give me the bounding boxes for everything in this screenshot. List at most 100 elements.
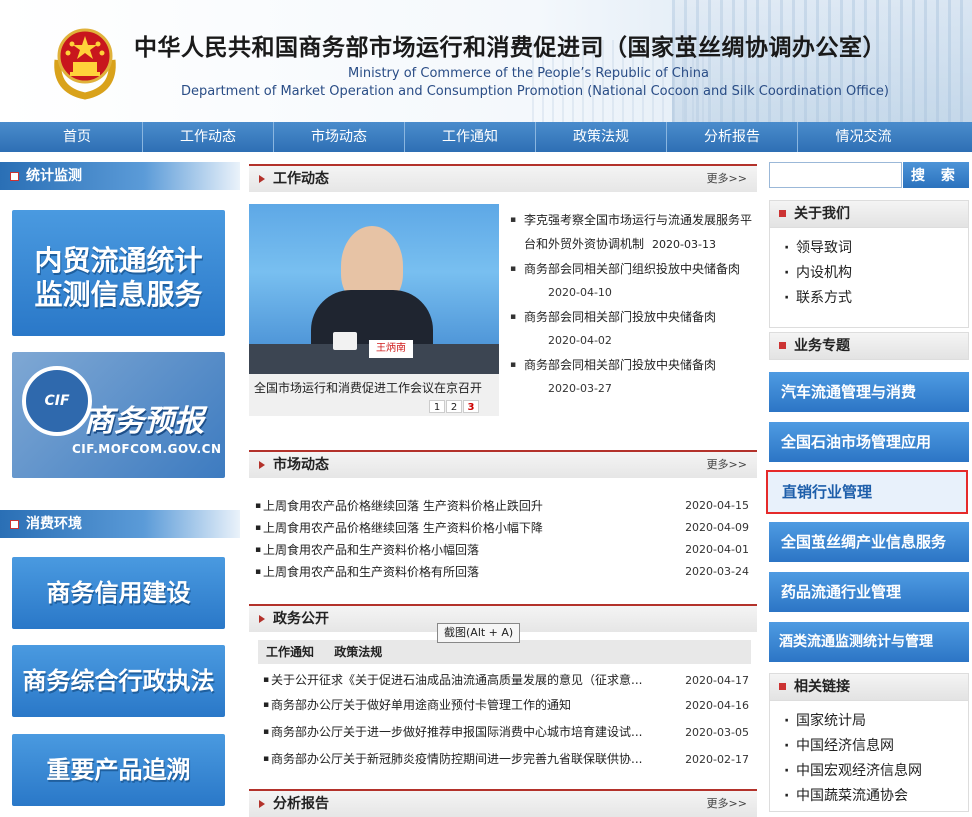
link-macro-econ-net[interactable]: 中国宏观经济信息网 (770, 759, 968, 784)
work-news-title: 工作动态 (273, 171, 329, 187)
link-vegetable-assoc[interactable]: 中国蔬菜流通协会 (770, 784, 968, 809)
banner-credit-building[interactable]: 商务信用建设 (12, 557, 225, 629)
news-date: 2020-03-27 (548, 382, 612, 395)
news-date: 2020-04-09 (685, 521, 749, 534)
news-title[interactable]: 商务部会同相关部门组织投放中央储备肉 (524, 262, 740, 276)
link-stats-bureau[interactable]: 国家统计局 (770, 709, 968, 734)
list-item[interactable]: 关于公开征求《关于促进石油成品油流通高质量发展的意见（征求意... 2020-04… (263, 668, 751, 693)
screenshot-tooltip: 截图(Alt + A) (437, 623, 521, 643)
cif-logo-icon: CIF (22, 366, 92, 436)
nav-market-news[interactable]: 市场动态 (274, 122, 405, 152)
analysis-report-more-link[interactable]: 更多>> (707, 791, 747, 817)
nav-policies[interactable]: 政策法规 (536, 122, 667, 152)
banner-trade-statistics[interactable]: 内贸流通统计监测信息服务 (12, 210, 225, 336)
news-title[interactable]: 上周食用农产品和生产资料价格小幅回落 (263, 539, 479, 561)
list-item[interactable]: 商务部会同相关部门投放中央储备肉 2020-03-27 (510, 353, 755, 401)
market-news-list: 上周食用农产品价格继续回落 生产资料价格止跌回升 2020-04-15 上周食用农… (255, 495, 751, 583)
related-links-list: 国家统计局 中国经济信息网 中国宏观经济信息网 中国蔬菜流通协会 (769, 701, 969, 812)
work-news-photo[interactable]: 王炳南 (249, 204, 499, 374)
topic-auto-circulation[interactable]: 汽车流通管理与消费 (769, 372, 969, 412)
news-date: 2020-03-05 (685, 726, 749, 739)
photo-nameplate: 王炳南 (369, 340, 413, 358)
list-item[interactable]: 商务部办公厅关于做好单用途商业预付卡管理工作的通知 2020-04-16 (263, 693, 751, 718)
analysis-report-header: 分析报告 更多>> (249, 789, 757, 817)
news-title[interactable]: 上周食用农产品价格继续回落 生产资料价格止跌回升 (263, 495, 543, 517)
news-title[interactable]: 商务部会同相关部门投放中央储备肉 (524, 358, 716, 372)
news-title[interactable]: 商务部办公厅关于做好单用途商业预付卡管理工作的通知 (271, 693, 571, 718)
topic-liquor-monitoring[interactable]: 酒类流通监测统计与管理 (769, 622, 969, 662)
main-nav: 首页 工作动态 市场动态 工作通知 政策法规 分析报告 情况交流 (0, 122, 972, 152)
related-links-header: 相关链接 (769, 673, 969, 701)
topic-pharma-circulation[interactable]: 药品流通行业管理 (769, 572, 969, 612)
about-us-header: 关于我们 (769, 200, 969, 228)
news-date: 2020-04-17 (685, 674, 749, 687)
link-economic-info-net[interactable]: 中国经济信息网 (770, 734, 968, 759)
topic-direct-selling[interactable]: 直销行业管理 (766, 470, 968, 514)
news-date: 2020-04-15 (685, 499, 749, 512)
list-item[interactable]: 上周食用农产品和生产资料价格小幅回落 2020-04-01 (255, 539, 751, 561)
about-item-departments[interactable]: 内设机构 (770, 261, 968, 286)
about-item-contact[interactable]: 联系方式 (770, 286, 968, 311)
news-title[interactable]: 商务部办公厅关于进一步做好推荐申报国际消费中心城市培育建设试... (271, 720, 642, 745)
market-news-header: 市场动态 更多>> (249, 450, 757, 478)
list-item[interactable]: 商务部会同相关部门投放中央储备肉 2020-04-02 (510, 305, 755, 353)
news-date: 2020-03-13 (652, 238, 716, 251)
nav-work-news[interactable]: 工作动态 (143, 122, 274, 152)
news-date: 2020-04-10 (548, 286, 612, 299)
news-date: 2020-03-24 (685, 565, 749, 578)
nav-exchange[interactable]: 情况交流 (798, 122, 929, 152)
list-item[interactable]: 上周食用农产品和生产资料价格有所回落 2020-03-24 (255, 561, 751, 583)
list-item[interactable]: 上周食用农产品价格继续回落 生产资料价格止跌回升 2020-04-15 (255, 495, 751, 517)
site-title-cn: 中华人民共和国商务部市场运行和消费促进司（国家茧丝绸协调办公室） (134, 35, 886, 61)
pager-1[interactable]: 1 (429, 400, 445, 413)
topics-header: 业务专题 (769, 332, 969, 360)
news-date: 2020-04-01 (685, 543, 749, 556)
nav-work-notices[interactable]: 工作通知 (405, 122, 536, 152)
list-item[interactable]: 李克强考察全国市场运行与流通发展服务平台和外贸外资协调机制2020-03-13 (510, 208, 755, 257)
search-input[interactable] (769, 162, 902, 188)
photo-pager: 1 2 3 (428, 400, 479, 413)
nav-home[interactable]: 首页 (12, 122, 143, 152)
market-news-more-link[interactable]: 更多>> (707, 452, 747, 478)
topic-oil-market[interactable]: 全国石油市场管理应用 (769, 422, 969, 462)
news-title[interactable]: 李克强考察全国市场运行与流通发展服务平台和外贸外资协调机制 (524, 213, 752, 251)
banner-business-forecast-title: 商务预报 (84, 404, 204, 439)
work-news-more-link[interactable]: 更多>> (707, 166, 747, 192)
banner-admin-enforcement[interactable]: 商务综合行政执法 (12, 645, 225, 717)
list-item[interactable]: 商务部办公厅关于新冠肺炎疫情防控期间进一步完善九省联保联供协... 2020-02… (263, 747, 751, 772)
list-item[interactable]: 商务部会同相关部门组织投放中央储备肉 2020-04-10 (510, 257, 755, 305)
news-title[interactable]: 上周食用农产品和生产资料价格有所回落 (263, 561, 479, 583)
photo-cup (333, 332, 357, 350)
news-title[interactable]: 关于公开征求《关于促进石油成品油流通高质量发展的意见（征求意... (271, 668, 642, 693)
work-news-header: 工作动态 更多>> (249, 164, 757, 192)
list-item[interactable]: 上周食用农产品价格继续回落 生产资料价格小幅下降 2020-04-09 (255, 517, 751, 539)
market-news-title: 市场动态 (273, 457, 329, 473)
section-consumer-env-header: 消费环境 (0, 510, 240, 538)
news-date: 2020-04-16 (685, 699, 749, 712)
search-button[interactable]: 搜 索 (903, 162, 969, 188)
banner-trade-statistics-label: 内贸流通统计监测信息服务 (34, 244, 203, 311)
list-item[interactable]: 商务部办公厅关于进一步做好推荐申报国际消费中心城市培育建设试... 2020-03… (263, 720, 751, 745)
section-statistics-header: 统计监测 (0, 162, 240, 190)
site-header: 中华人民共和国商务部市场运行和消费促进司（国家茧丝绸协调办公室） Ministr… (0, 0, 972, 122)
national-emblem-icon (54, 28, 116, 100)
site-title-en-ministry: Ministry of Commerce of the People’s Rep… (348, 66, 709, 81)
banner-business-forecast[interactable]: CIF 商务预报 CIF.MOFCOM.GOV.CN (12, 352, 225, 478)
pager-3[interactable]: 3 (463, 400, 479, 413)
gov-affairs-list: 关于公开征求《关于促进石油成品油流通高质量发展的意见（征求意... 2020-04… (263, 668, 751, 772)
topic-cocoon-silk[interactable]: 全国茧丝绸产业信息服务 (769, 522, 969, 562)
news-title[interactable]: 上周食用农产品价格继续回落 生产资料价格小幅下降 (263, 517, 543, 539)
banner-business-forecast-url: CIF.MOFCOM.GOV.CN (72, 442, 222, 456)
news-title[interactable]: 商务部会同相关部门投放中央储备肉 (524, 310, 716, 324)
news-date: 2020-04-02 (548, 334, 612, 347)
nav-analysis-reports[interactable]: 分析报告 (667, 122, 798, 152)
about-us-list: 领导致词 内设机构 联系方式 (769, 228, 969, 328)
about-item-leader-speech[interactable]: 领导致词 (770, 236, 968, 261)
banner-product-tracing[interactable]: 重要产品追溯 (12, 734, 225, 806)
gov-affairs-title: 政务公开 (273, 611, 329, 627)
news-title[interactable]: 商务部办公厅关于新冠肺炎疫情防控期间进一步完善九省联保联供协... (271, 747, 642, 772)
tab-policies[interactable]: 政策法规 (334, 645, 382, 659)
news-date: 2020-02-17 (685, 753, 749, 766)
pager-2[interactable]: 2 (446, 400, 462, 413)
tab-work-notices[interactable]: 工作通知 (266, 645, 314, 659)
